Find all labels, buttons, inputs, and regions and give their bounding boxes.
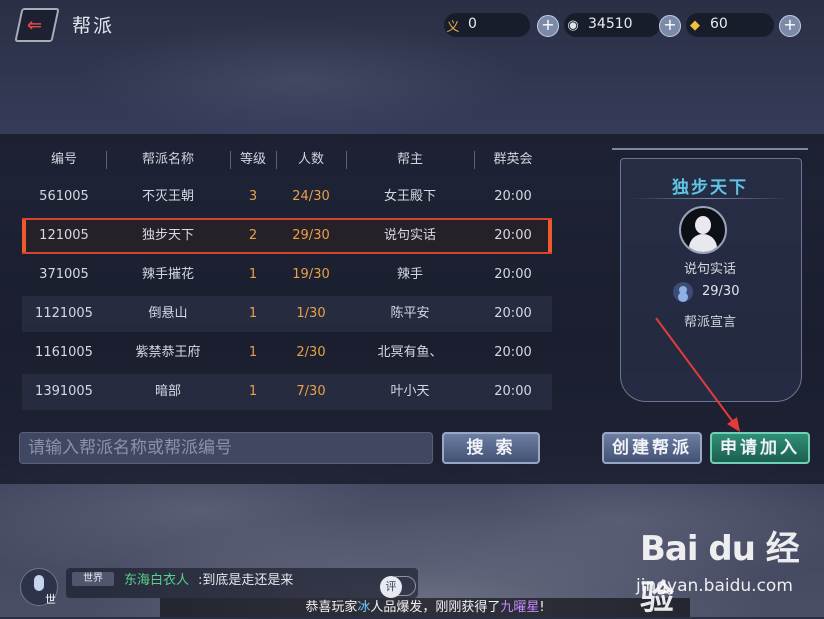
gold-value: 60 xyxy=(710,16,728,32)
row-name: 紫禁恭王府 xyxy=(135,345,201,360)
row-time: 20:00 xyxy=(494,189,532,204)
righteousness-value: 0 xyxy=(468,16,477,32)
row-members: 1/30 xyxy=(296,306,326,321)
table-header: 编号 帮派名称 等级 人数 帮主 群英会 xyxy=(22,147,552,173)
apply-join-button[interactable]: 申请加入 xyxy=(710,432,810,464)
resource-silver: ◉ 34510 xyxy=(564,13,660,37)
leader-avatar[interactable] xyxy=(679,206,727,254)
row-level: 1 xyxy=(248,345,258,360)
row-leader: 北冥有鱼、 xyxy=(377,345,443,360)
row-name: 辣手摧花 xyxy=(141,267,194,282)
table-row[interactable]: 561005 不灭王朝 3 24/30 女王殿下 20:00 xyxy=(22,179,552,215)
avatar-head xyxy=(695,216,711,234)
row-time: 20:00 xyxy=(494,228,532,243)
guild-detail-name: 独步天下 xyxy=(672,178,748,198)
search-input[interactable] xyxy=(19,432,433,464)
announcement-middle: 人品爆发，刚刚获得了 xyxy=(370,600,501,615)
row-id: 561005 xyxy=(39,189,89,204)
resource-righteousness: 义 0 xyxy=(444,13,530,37)
righteousness-icon: 义 xyxy=(446,19,460,35)
resource-gold: ◆ 60 xyxy=(686,13,774,37)
row-members: 29/30 xyxy=(292,228,330,243)
row-level: 2 xyxy=(248,228,258,243)
row-name: 倒悬山 xyxy=(148,306,188,321)
guild-detail-members: 29/30 xyxy=(702,284,740,299)
row-id: 121005 xyxy=(39,228,89,243)
guild-detail-leader: 说句实话 xyxy=(683,262,736,277)
microphone-icon xyxy=(34,575,44,591)
chat-preview[interactable]: 世界 东海白衣人 :到底是走还是来 评 xyxy=(66,568,418,598)
col-leader: 帮主 xyxy=(396,152,423,167)
row-leader: 说句实话 xyxy=(383,228,436,243)
row-level: 1 xyxy=(248,306,258,321)
row-leader: 辣手 xyxy=(396,267,423,282)
row-members: 19/30 xyxy=(292,267,330,282)
col-level: 等级 xyxy=(239,152,266,167)
reply-toggle-button[interactable]: 评 xyxy=(380,576,402,598)
table-row[interactable]: 1121005 倒悬山 1 1/30 陈平安 20:00 xyxy=(22,296,552,332)
row-time: 20:00 xyxy=(494,306,532,321)
col-id: 编号 xyxy=(50,152,77,167)
announcement-prefix: 恭喜玩家 xyxy=(305,600,358,615)
table-row[interactable]: 1391005 暗部 1 7/30 叶小天 20:00 xyxy=(22,374,552,410)
row-leader: 陈平安 xyxy=(390,306,430,321)
watermark-url: jingyan.baidu.com xyxy=(636,576,793,596)
chat-sender[interactable]: 东海白衣人 xyxy=(124,569,189,588)
table-row[interactable]: 1161005 紫禁恭王府 1 2/30 北冥有鱼、 20:00 xyxy=(22,335,552,371)
row-name: 暗部 xyxy=(154,384,181,399)
row-members: 2/30 xyxy=(296,345,326,360)
row-name: 不灭王朝 xyxy=(141,189,194,204)
back-arrow-icon: ⇐ xyxy=(27,15,43,36)
row-leader: 女王殿下 xyxy=(383,189,436,204)
row-name: 独步天下 xyxy=(141,228,194,243)
announcement-item: 九曜星 xyxy=(500,600,540,615)
col-time: 群英会 xyxy=(493,152,533,167)
create-guild-button[interactable]: 创建帮派 xyxy=(602,432,702,464)
members-icon xyxy=(673,282,693,302)
voice-chat-button[interactable]: 世 xyxy=(20,568,58,606)
silver-value: 34510 xyxy=(588,16,633,32)
row-level: 1 xyxy=(248,267,258,282)
row-id: 1121005 xyxy=(35,306,93,321)
guild-declaration-link[interactable]: 帮派宣言 xyxy=(612,311,808,330)
avatar-body xyxy=(689,234,717,252)
row-id: 1161005 xyxy=(35,345,93,360)
row-leader: 叶小天 xyxy=(390,384,430,399)
col-name: 帮派名称 xyxy=(141,152,194,167)
add-gold-button[interactable]: + xyxy=(779,15,801,37)
row-time: 20:00 xyxy=(494,384,532,399)
add-silver-button[interactable]: + xyxy=(659,15,681,37)
search-button[interactable]: 搜 索 xyxy=(442,432,540,464)
back-button[interactable]: ⇐ xyxy=(14,8,60,42)
chat-channel-tag: 世界 xyxy=(72,572,114,586)
row-members: 24/30 xyxy=(292,189,330,204)
row-time: 20:00 xyxy=(494,267,532,282)
row-level: 1 xyxy=(248,384,258,399)
row-members: 7/30 xyxy=(296,384,326,399)
silver-coin-icon: ◉ xyxy=(567,17,579,33)
table-row[interactable]: 371005 辣手摧花 1 19/30 辣手 20:00 xyxy=(22,257,552,293)
announcement-player: 冰 xyxy=(357,600,371,615)
add-righteousness-button[interactable]: + xyxy=(537,15,559,37)
table-row-selected[interactable]: 121005 独步天下 2 29/30 说句实话 20:00 xyxy=(22,218,552,254)
system-announcement: 恭喜玩家冰人品爆发，刚刚获得了九曜星! xyxy=(160,598,690,617)
row-time: 20:00 xyxy=(494,345,532,360)
col-members: 人数 xyxy=(297,152,324,167)
watermark-logo: Bai du 经验 xyxy=(640,529,800,618)
row-id: 1391005 xyxy=(35,384,93,399)
row-id: 371005 xyxy=(39,267,89,282)
announcement-suffix: ! xyxy=(539,600,545,615)
page-title: 帮派 xyxy=(72,15,115,37)
voice-channel-label: 世 xyxy=(45,593,56,606)
chat-message: :到底是走还是来 xyxy=(198,573,294,588)
row-level: 3 xyxy=(248,189,258,204)
gold-ingot-icon: ◆ xyxy=(690,17,700,33)
divider xyxy=(630,198,790,199)
